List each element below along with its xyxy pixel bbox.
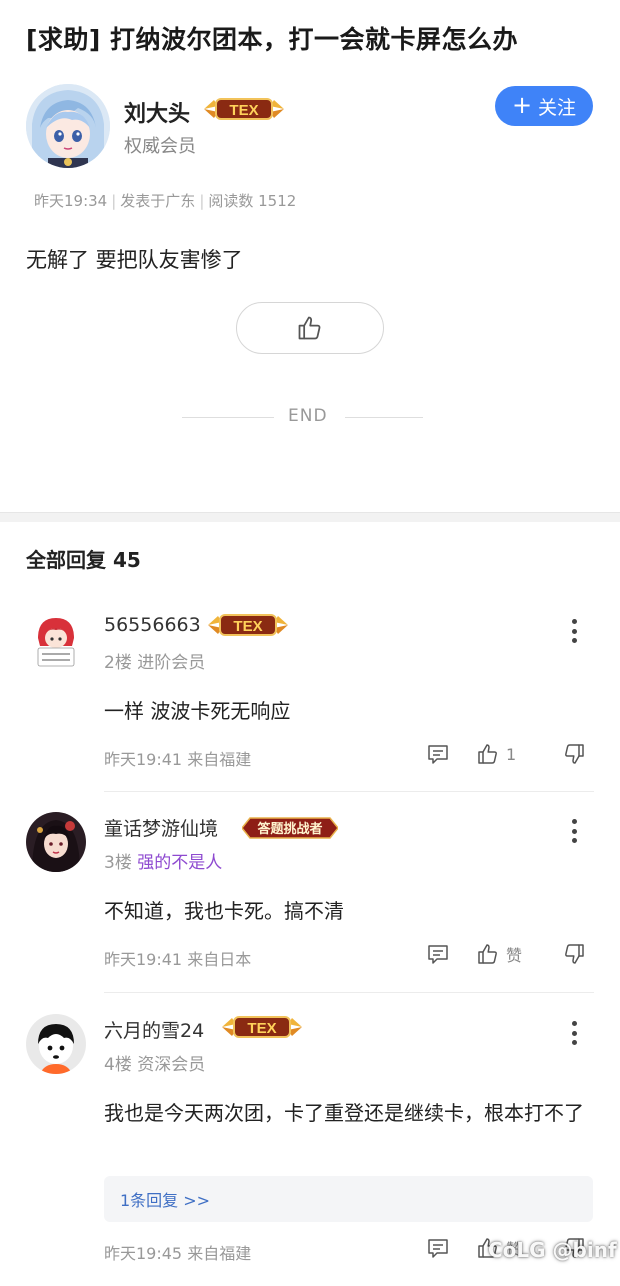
reply-dislike-button[interactable] — [562, 742, 586, 766]
thumbs-down-icon — [565, 744, 584, 764]
reply-member-level: 强的不是人 — [137, 853, 223, 873]
more-options-icon[interactable] — [562, 816, 586, 846]
thumbs-up-icon — [478, 744, 497, 764]
reply-like-button[interactable]: 赞 — [476, 942, 522, 966]
author-name[interactable]: 刘大头 — [124, 96, 190, 128]
reply-like-button[interactable]: 1 — [476, 742, 516, 766]
post-location: 发表于广东 — [120, 192, 196, 210]
svg-text:答题挑战者: 答题挑战者 — [257, 821, 322, 837]
author-level-badge: TEX — [202, 96, 286, 126]
reply-comment-button[interactable] — [426, 742, 450, 766]
reply-level-badge: TEX — [206, 612, 290, 642]
post-like-button[interactable] — [236, 302, 384, 354]
replies-header: 全部回复 45 — [26, 548, 141, 572]
reply-username[interactable]: 六月的雪24 — [104, 1016, 204, 1043]
svg-text:TEX: TEX — [233, 618, 262, 635]
author-avatar[interactable] — [26, 84, 110, 168]
reply-avatar[interactable] — [26, 1014, 86, 1074]
reply-floor: 4楼 — [104, 1055, 132, 1075]
svg-text:TEX: TEX — [229, 102, 258, 119]
reply-text: 我也是今天两次团，卡了重登还是继续卡，根本打不了 — [104, 1101, 584, 1125]
comment-icon — [428, 745, 448, 764]
reply-text: 一样 波波卡死无响应 — [104, 699, 291, 723]
reply-floor-level: 3楼 强的不是人 — [104, 848, 222, 873]
reply-time: 昨天19:45 — [104, 1244, 183, 1263]
reply-floor-level: 4楼 资深会员 — [104, 1050, 205, 1075]
post-read-count: 阅读数 1512 — [208, 192, 297, 210]
end-line-right — [345, 417, 423, 418]
reply-floor: 2楼 — [104, 653, 132, 673]
comment-icon — [428, 945, 448, 964]
reply-floor: 3楼 — [104, 853, 132, 873]
reply-comment-button[interactable] — [426, 1236, 450, 1260]
end-line-left — [182, 417, 274, 418]
reply-username[interactable]: 童话梦游仙境 — [104, 814, 218, 841]
reply-footer: 昨天19:41 来自福建 — [104, 746, 251, 770]
reply-text: 不知道，我也卡死。搞不清 — [104, 899, 344, 923]
more-options-icon[interactable] — [562, 1018, 586, 1048]
follow-button[interactable]: + 关注 — [495, 86, 593, 126]
svg-text:TEX: TEX — [247, 1020, 276, 1037]
reply-footer: 昨天19:41 来自日本 — [104, 946, 251, 970]
reply-level-badge: TEX — [220, 1014, 304, 1044]
reply-like-count: 1 — [506, 744, 517, 764]
post-body: 无解了 要把队友害惨了 — [26, 248, 243, 272]
reply-comment-button[interactable] — [426, 942, 450, 966]
post-meta: 昨天19:34 | 发表于广东 | 阅读数 1512 — [34, 192, 297, 210]
more-options-icon[interactable] — [562, 616, 586, 646]
thumbs-down-icon — [565, 944, 584, 964]
comment-icon — [428, 1239, 448, 1258]
end-marker: END — [288, 406, 328, 426]
section-divider — [0, 512, 620, 522]
plus-icon: + — [511, 91, 533, 119]
reply-location: 来自日本 — [187, 950, 252, 969]
reply-member-level: 资深会员 — [137, 1055, 206, 1075]
reply-location: 来自福建 — [187, 1244, 252, 1263]
thumbs-up-icon — [298, 316, 321, 340]
reply-quiz-badge: 答题挑战者 — [241, 816, 339, 844]
reply-time: 昨天19:41 — [104, 750, 183, 769]
reply-time: 昨天19:41 — [104, 950, 183, 969]
reply-dislike-button[interactable] — [562, 942, 586, 966]
view-sub-replies-link[interactable]: 1条回复 >> — [104, 1176, 593, 1222]
thumbs-up-icon — [478, 944, 497, 964]
reply-avatar[interactable] — [26, 812, 86, 872]
reply-username[interactable]: 56556663 — [104, 614, 201, 636]
post-title: [求助] 打纳波尔团本，打一会就卡屏怎么办 — [26, 25, 519, 54]
watermark: CoLG @binf — [488, 1238, 617, 1262]
post-time: 昨天19:34 — [34, 192, 108, 210]
reply-footer: 昨天19:45 来自福建 — [104, 1240, 251, 1264]
author-role: 权威会员 — [124, 136, 196, 157]
reply-member-level: 进阶会员 — [137, 653, 206, 673]
reply-like-count: 赞 — [506, 946, 523, 965]
follow-label: 关注 — [538, 96, 577, 119]
reply-floor-level: 2楼 进阶会员 — [104, 648, 205, 673]
reply-separator — [104, 992, 594, 993]
reply-location: 来自福建 — [187, 750, 252, 769]
reply-separator — [104, 791, 594, 792]
reply-avatar[interactable] — [26, 612, 86, 672]
